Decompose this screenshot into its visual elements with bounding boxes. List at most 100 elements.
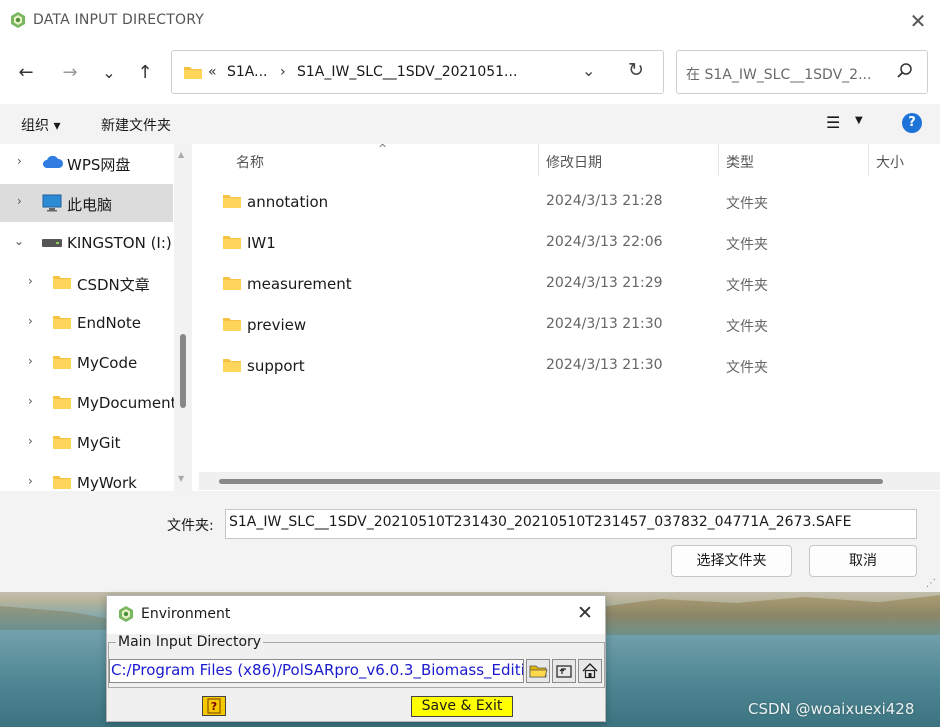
- svg-text:?: ?: [211, 700, 217, 713]
- file-modified: 2024/3/13 21:29: [546, 275, 663, 291]
- open-folder-icon: [529, 665, 548, 678]
- new-folder-button[interactable]: 新建文件夹: [101, 115, 171, 135]
- directory-input[interactable]: C:/Program Files (x86)/PolSARpro_v6.0.3_…: [109, 659, 524, 683]
- app-logo-icon: [11, 12, 25, 28]
- folder-icon: [184, 67, 202, 79]
- chevron-right-icon[interactable]: ›: [28, 274, 33, 288]
- tree-scrollbar[interactable]: ▲ ▼: [174, 144, 192, 491]
- refresh-icon[interactable]: ↻: [628, 59, 644, 81]
- file-row[interactable]: support 2024/3/13 21:30 文件夹: [217, 348, 917, 386]
- folder-icon: [53, 436, 71, 449]
- tree-item-label: CSDN文章: [77, 276, 150, 294]
- dialog-footer: 文件夹: S1A_IW_SLC__1SDV_20210510T231430_20…: [0, 491, 940, 592]
- cancel-button[interactable]: 取消: [809, 545, 917, 577]
- folder-icon: [53, 356, 71, 369]
- back-button[interactable]: ←: [13, 60, 39, 86]
- file-name: annotation: [247, 193, 329, 211]
- tree-item-label: KINGSTON (I:): [67, 234, 172, 252]
- folder-field-label: 文件夹:: [167, 518, 214, 534]
- file-name: support: [247, 357, 305, 375]
- folder-picker-dialog: DATA INPUT DIRECTORY ✕ ← → ⌄ ↑ « S1A... …: [0, 0, 940, 592]
- file-name: measurement: [247, 275, 352, 293]
- navigation-bar: ← → ⌄ ↑ « S1A... › S1A_IW_SLC__1SDV_2021…: [0, 42, 940, 104]
- chevron-down-icon[interactable]: ▼: [855, 115, 863, 126]
- chevron-right-icon[interactable]: ›: [28, 434, 33, 448]
- organize-menu[interactable]: 组织 ▾: [21, 115, 60, 135]
- title-bar: DATA INPUT DIRECTORY ✕: [0, 0, 940, 42]
- scrollbar-thumb[interactable]: [219, 479, 883, 484]
- column-header-name[interactable]: 名称: [236, 152, 264, 172]
- parent-directory-button[interactable]: [552, 659, 576, 683]
- chevron-right-icon[interactable]: ›: [17, 154, 22, 168]
- file-row[interactable]: annotation 2024/3/13 21:28 文件夹: [217, 184, 917, 222]
- app-logo-icon: [119, 606, 133, 622]
- tree-item-label: MyGit: [77, 434, 121, 452]
- resize-grip-icon[interactable]: ⋰: [926, 578, 936, 589]
- tree-item-folder[interactable]: › EndNote: [0, 304, 173, 342]
- tree-item-label: WPS网盘: [67, 156, 131, 174]
- chevron-right-icon[interactable]: ›: [17, 194, 22, 208]
- help-icon[interactable]: ?: [902, 113, 922, 133]
- tree-item-wps-cloud[interactable]: › WPS网盘: [0, 144, 173, 182]
- help-button[interactable]: ?: [202, 696, 226, 716]
- sort-ascending-icon: ^: [378, 142, 388, 155]
- chevron-right-icon[interactable]: ›: [28, 394, 33, 408]
- scroll-up-icon[interactable]: ▲: [178, 150, 184, 159]
- save-exit-button[interactable]: Save & Exit: [411, 696, 513, 717]
- search-icon[interactable]: [896, 62, 914, 80]
- chevron-right-icon[interactable]: ›: [28, 474, 33, 488]
- folder-up-icon: [556, 665, 572, 678]
- tree-item-folder[interactable]: › MyCode: [0, 344, 173, 382]
- view-options-icon[interactable]: ☰: [826, 113, 840, 132]
- tree-item-kingston-drive[interactable]: ⌄ KINGSTON (I:): [0, 224, 173, 262]
- tree-item-folder[interactable]: › MyWork: [0, 464, 173, 491]
- file-row[interactable]: measurement 2024/3/13 21:29 文件夹: [217, 266, 917, 304]
- tree-item-this-pc[interactable]: › 此电脑: [0, 184, 173, 222]
- tree-item-folder[interactable]: › MyGit: [0, 424, 173, 462]
- breadcrumb-item[interactable]: S1A_IW_SLC__1SDV_2021051...: [297, 64, 517, 80]
- breadcrumb-item[interactable]: S1A...: [227, 64, 267, 80]
- file-row[interactable]: IW1 2024/3/13 22:06 文件夹: [217, 225, 917, 263]
- scroll-down-icon[interactable]: ▼: [178, 474, 184, 483]
- file-type: 文件夹: [726, 237, 768, 253]
- chevron-right-icon[interactable]: ›: [28, 314, 33, 328]
- tree-item-label: MyWork: [77, 474, 137, 491]
- home-directory-button[interactable]: [578, 659, 602, 683]
- tree-item-label: EndNote: [77, 314, 142, 332]
- breadcrumb-overflow[interactable]: «: [208, 64, 217, 80]
- file-row[interactable]: preview 2024/3/13 21:30 文件夹: [217, 307, 917, 345]
- column-header-modified[interactable]: 修改日期: [546, 152, 602, 172]
- environment-window: Environment ✕ Main Input Directory C:/Pr…: [106, 595, 606, 722]
- column-divider[interactable]: [718, 144, 719, 176]
- folder-icon: [223, 195, 241, 208]
- close-button[interactable]: ✕: [577, 602, 593, 624]
- column-divider[interactable]: [538, 144, 539, 176]
- scrollbar-thumb[interactable]: [180, 334, 186, 408]
- file-type: 文件夹: [726, 196, 768, 212]
- search-box[interactable]: 在 S1A_IW_SLC__1SDV_2...: [676, 50, 928, 94]
- search-input[interactable]: 在 S1A_IW_SLC__1SDV_2...: [686, 64, 871, 84]
- horizontal-scrollbar[interactable]: [199, 472, 940, 490]
- tree-item-folder[interactable]: › CSDN文章: [0, 264, 173, 302]
- up-button[interactable]: ↑: [132, 60, 158, 86]
- watermark: CSDN @woaixuexi428: [748, 700, 915, 718]
- tree-item-label: 此电脑: [67, 196, 113, 214]
- column-header-type[interactable]: 类型: [726, 152, 754, 172]
- tree-item-label: MyCode: [77, 354, 138, 372]
- forward-button[interactable]: →: [57, 60, 83, 86]
- close-button[interactable]: ✕: [905, 8, 931, 34]
- folder-name-input[interactable]: S1A_IW_SLC__1SDV_20210510T231430_2021051…: [225, 509, 917, 539]
- column-header-size[interactable]: 大小: [876, 152, 904, 172]
- chevron-down-icon[interactable]: ⌄: [582, 61, 595, 80]
- column-divider[interactable]: [868, 144, 869, 176]
- file-type: 文件夹: [726, 278, 768, 294]
- recent-locations-button[interactable]: ⌄: [96, 60, 122, 86]
- address-bar[interactable]: « S1A... › S1A_IW_SLC__1SDV_2021051... ⌄…: [171, 50, 664, 94]
- select-folder-button[interactable]: 选择文件夹: [671, 545, 792, 577]
- tree-item-label: MyDocument: [77, 394, 177, 412]
- open-folder-button[interactable]: [526, 659, 550, 683]
- tree-item-folder[interactable]: › MyDocument: [0, 384, 177, 422]
- help-icon: ?: [207, 698, 221, 714]
- chevron-down-icon[interactable]: ⌄: [14, 234, 24, 248]
- chevron-right-icon[interactable]: ›: [28, 354, 33, 368]
